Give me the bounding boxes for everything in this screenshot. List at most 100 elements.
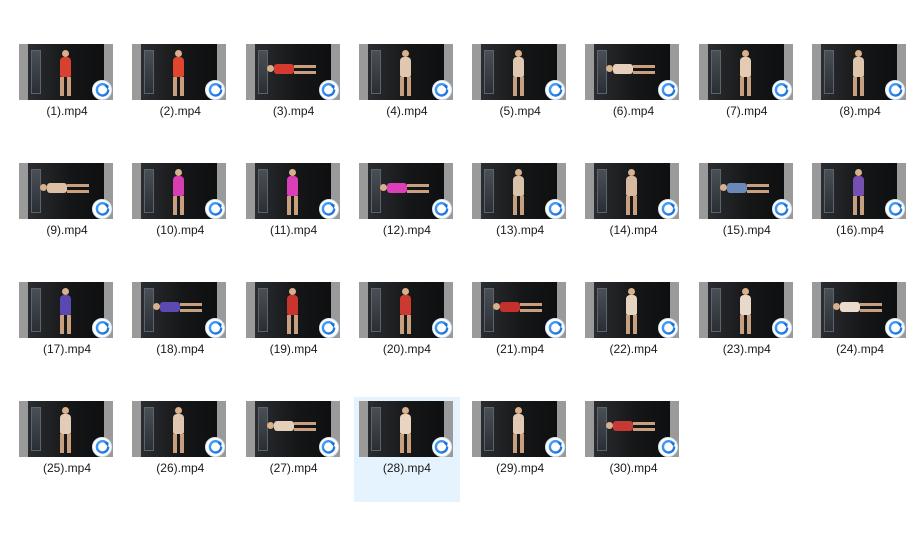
file-name: (3).mp4 xyxy=(272,104,315,118)
file-name: (17).mp4 xyxy=(42,342,92,356)
file-name: (15).mp4 xyxy=(722,223,771,237)
mirror-prop xyxy=(144,169,155,213)
mirror-prop xyxy=(31,288,41,332)
file-item-12[interactable]: (12).mp4 xyxy=(354,159,460,264)
file-item-23[interactable]: (23).mp4 xyxy=(694,278,800,383)
file-item-22[interactable]: (22).mp4 xyxy=(580,278,686,383)
file-name: (29).mp4 xyxy=(496,461,545,475)
file-item-6[interactable]: (6).mp4 xyxy=(580,40,686,145)
figure xyxy=(56,288,74,334)
file-item-1[interactable]: (1).mp4 xyxy=(14,40,120,145)
figure xyxy=(849,50,867,96)
video-file-icon xyxy=(885,80,906,100)
file-item-25[interactable]: (25).mp4 xyxy=(14,397,120,502)
video-file-icon xyxy=(205,199,226,219)
file-item-14[interactable]: (14).mp4 xyxy=(580,159,686,264)
figure xyxy=(56,407,74,453)
file-item-29[interactable]: (29).mp4 xyxy=(467,397,573,502)
file-name: (25).mp4 xyxy=(42,461,92,475)
video-file-icon xyxy=(658,437,679,457)
figure xyxy=(736,50,754,96)
file-item-18[interactable]: (18).mp4 xyxy=(127,278,233,383)
mirror-prop xyxy=(257,169,268,213)
file-item-13[interactable]: (13).mp4 xyxy=(467,159,573,264)
file-item-16[interactable]: (16).mp4 xyxy=(807,159,913,264)
file-item-8[interactable]: (8).mp4 xyxy=(807,40,913,145)
figure xyxy=(493,300,543,314)
file-name: (14).mp4 xyxy=(609,223,658,237)
file-name: (22).mp4 xyxy=(609,342,658,356)
file-item-21[interactable]: (21).mp4 xyxy=(467,278,573,383)
figure xyxy=(622,288,640,334)
file-name: (28).mp4 xyxy=(382,461,431,475)
file-item-24[interactable]: (24).mp4 xyxy=(807,278,913,383)
file-item-15[interactable]: (15).mp4 xyxy=(694,159,800,264)
figure xyxy=(606,62,656,76)
file-item-17[interactable]: (17).mp4 xyxy=(14,278,120,383)
file-item-10[interactable]: (10).mp4 xyxy=(127,159,233,264)
mirror-prop xyxy=(370,407,381,451)
file-name: (1).mp4 xyxy=(46,104,88,118)
file-name: (10).mp4 xyxy=(156,223,205,237)
file-item-7[interactable]: (7).mp4 xyxy=(694,40,800,145)
video-file-icon xyxy=(318,318,339,338)
video-file-icon xyxy=(885,318,906,338)
figure xyxy=(396,50,414,96)
file-item-26[interactable]: (26).mp4 xyxy=(127,397,233,502)
file-item-19[interactable]: (19).mp4 xyxy=(241,278,347,383)
mirror-prop xyxy=(370,288,381,332)
figure xyxy=(56,50,74,96)
figure xyxy=(40,181,90,195)
figure xyxy=(509,50,527,96)
figure xyxy=(266,62,317,76)
file-item-4[interactable]: (4).mp4 xyxy=(354,40,460,145)
file-name: (7).mp4 xyxy=(726,104,768,118)
figure xyxy=(606,419,656,433)
figure xyxy=(833,300,883,314)
file-name: (2).mp4 xyxy=(159,104,201,118)
figure xyxy=(153,300,203,314)
file-name: (30).mp4 xyxy=(609,461,658,475)
file-name: (23).mp4 xyxy=(722,342,771,356)
figure xyxy=(266,419,317,433)
file-item-11[interactable]: (11).mp4 xyxy=(241,159,347,264)
video-file-icon xyxy=(205,80,226,100)
file-name: (21).mp4 xyxy=(496,342,545,356)
file-item-30[interactable]: (30).mp4 xyxy=(580,397,686,502)
video-file-icon xyxy=(92,199,112,219)
file-item-28[interactable]: (28).mp4 xyxy=(353,381,460,518)
figure xyxy=(849,169,867,215)
file-item-9[interactable]: (9).mp4 xyxy=(14,159,120,264)
mirror-prop xyxy=(370,50,381,94)
video-file-icon xyxy=(658,318,679,338)
file-name: (27).mp4 xyxy=(269,461,318,475)
figure xyxy=(736,288,754,334)
video-file-icon xyxy=(205,437,226,457)
video-file-icon xyxy=(658,80,679,100)
mirror-prop xyxy=(597,288,608,332)
file-item-5[interactable]: (5).mp4 xyxy=(467,40,573,145)
figure xyxy=(509,407,527,453)
file-item-27[interactable]: (27).mp4 xyxy=(241,397,347,502)
mirror-prop xyxy=(144,407,155,451)
figure xyxy=(169,50,187,96)
video-file-icon xyxy=(658,199,679,219)
file-name: (11).mp4 xyxy=(270,223,318,237)
mirror-prop xyxy=(710,50,721,94)
file-name: (24).mp4 xyxy=(836,342,885,356)
video-file-icon xyxy=(318,199,339,219)
file-item-3[interactable]: (3).mp4 xyxy=(241,40,347,145)
file-name: (20).mp4 xyxy=(382,342,431,356)
video-file-icon xyxy=(431,80,452,100)
video-file-icon xyxy=(92,80,112,100)
file-name: (6).mp4 xyxy=(612,104,655,118)
file-item-2[interactable]: (2).mp4 xyxy=(127,40,233,145)
mirror-prop xyxy=(484,50,495,94)
video-file-icon xyxy=(318,80,339,100)
file-item-20[interactable]: (20).mp4 xyxy=(354,278,460,383)
mirror-prop xyxy=(710,288,721,332)
video-file-icon xyxy=(205,318,226,338)
video-file-icon xyxy=(431,199,452,219)
file-name: (18).mp4 xyxy=(156,342,205,356)
file-name: (26).mp4 xyxy=(156,461,205,475)
